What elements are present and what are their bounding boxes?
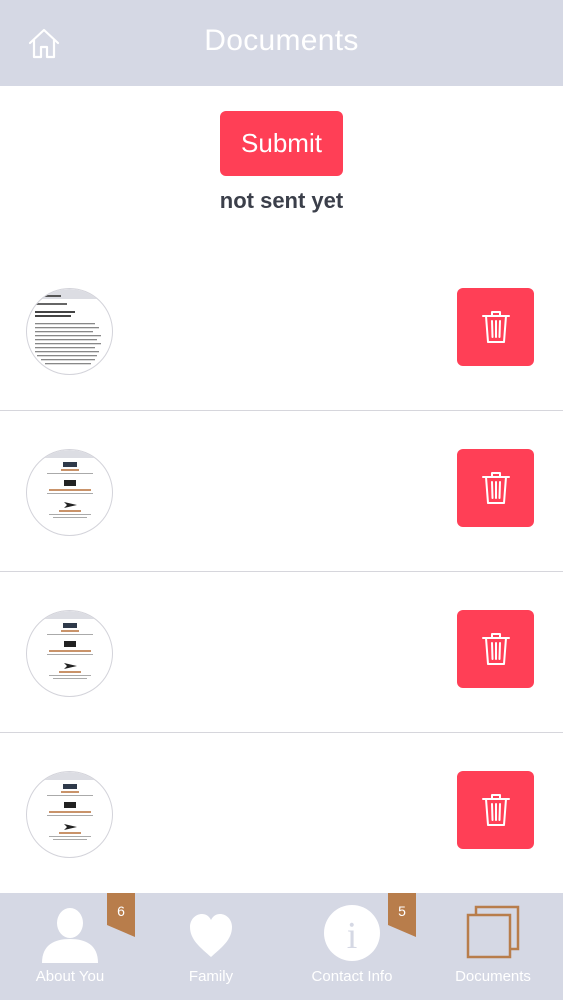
- business-expense-form-thumbnail-image: [27, 772, 112, 840]
- trash-icon: [481, 311, 510, 343]
- document-row: [0, 733, 563, 894]
- trash-icon: [481, 633, 510, 665]
- bottom-tab-bar: About You 6 Family i Contact Info 5 Docu…: [0, 893, 563, 1000]
- heart-icon: [190, 914, 232, 957]
- business-expense-form-thumbnail-image: [27, 611, 112, 679]
- delete-document-button[interactable]: [457, 449, 534, 527]
- svg-text:i: i: [347, 915, 358, 957]
- tab-family[interactable]: Family: [141, 893, 281, 1000]
- notification-badge: 5: [388, 893, 416, 937]
- document-row: [0, 411, 563, 572]
- documents-icon: [466, 905, 520, 959]
- tab-label: Contact Info: [311, 968, 393, 985]
- trash-icon: [481, 794, 510, 826]
- header-bar: Documents: [0, 0, 563, 86]
- document-row: [0, 250, 563, 411]
- document-thumbnail[interactable]: [26, 449, 113, 536]
- tab-label: About You: [35, 968, 105, 985]
- delete-document-button[interactable]: [457, 610, 534, 688]
- person-icon: [42, 908, 98, 963]
- delete-document-button[interactable]: [457, 771, 534, 849]
- notification-badge: 6: [107, 893, 135, 937]
- tab-documents[interactable]: Documents: [423, 893, 563, 1000]
- tab-label: Family: [188, 968, 234, 985]
- page-title: Documents: [204, 24, 359, 57]
- document-thumbnail[interactable]: [26, 288, 113, 375]
- info-icon: i: [324, 905, 380, 961]
- text-document-thumbnail-image: [27, 289, 112, 365]
- business-expense-form-thumbnail-image: [27, 450, 112, 518]
- document-row: [0, 572, 563, 733]
- document-list: [0, 250, 563, 894]
- tab-label: Documents: [455, 968, 531, 985]
- document-thumbnail[interactable]: [26, 771, 113, 858]
- document-thumbnail[interactable]: [26, 610, 113, 697]
- delete-document-button[interactable]: [457, 288, 534, 366]
- submit-button[interactable]: Submit: [220, 111, 343, 176]
- submission-status: not sent yet: [219, 188, 344, 213]
- trash-icon: [481, 472, 510, 504]
